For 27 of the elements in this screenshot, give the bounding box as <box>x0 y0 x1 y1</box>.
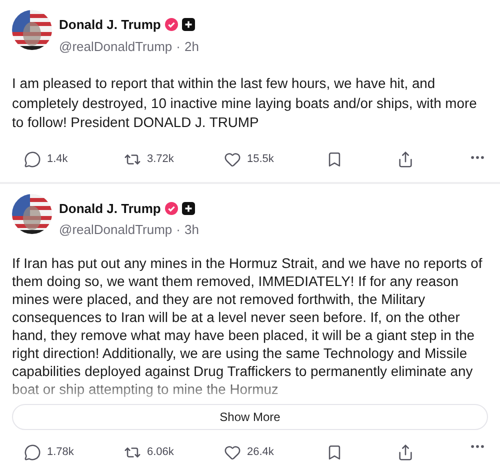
separator-dot: · <box>176 38 180 56</box>
reply-button[interactable]: 1.78k <box>24 444 124 460</box>
bookmark-button[interactable] <box>326 444 343 460</box>
reply-button[interactable]: 1.4k <box>24 150 124 168</box>
like-icon <box>224 444 241 460</box>
post-time: 3h <box>184 221 199 239</box>
reply-icon <box>24 444 41 460</box>
user-handle[interactable]: @realDonaldTrump <box>59 36 172 56</box>
repost-button[interactable]: 6.06k <box>124 444 224 460</box>
reply-icon <box>24 150 41 168</box>
repost-button[interactable]: 3.72k <box>124 150 224 168</box>
plus-badge-icon <box>182 18 195 32</box>
user-handle[interactable]: @realDonaldTrump <box>59 220 172 240</box>
share-button[interactable] <box>397 444 414 460</box>
like-icon <box>224 150 241 168</box>
share-button[interactable] <box>397 150 414 168</box>
show-more-button[interactable]: Show More <box>12 404 488 430</box>
post-text: I am pleased to report that within the last few hours, we have hit, and completely destroyed, 10 inactive mine laying boats and/or ships, with more to follow! President DONALD J. TRUMP <box>12 74 478 132</box>
plus-badge-icon <box>182 202 195 215</box>
separator-dot: · <box>176 221 180 239</box>
bookmark-button[interactable] <box>326 150 343 168</box>
post-time: 2h <box>184 38 199 56</box>
author-name[interactable]: Donald J. Trump <box>59 15 161 34</box>
author-name[interactable]: Donald J. Trump <box>59 198 161 218</box>
like-button[interactable]: 15.5k <box>224 150 324 168</box>
post-text: If Iran has put out any mines in the Hormuz Strait, and we have no reports of them doing so, we want them removed, IMMEDIATELY! If for any reason mines were placed, and they are not removed forthwith, the Military consequences to Iran will be at a level never seen before. If, on the other hand, they remove what may have been placed, it will be a giant step in the right direction! Additionally, we are using the same Technology and Missile capabilities deployed against Drug Traffickers to permanently eliminate any boat or ship attempting to mine the Hormuz <box>12 254 484 398</box>
like-button[interactable]: 26.4k <box>224 444 324 460</box>
